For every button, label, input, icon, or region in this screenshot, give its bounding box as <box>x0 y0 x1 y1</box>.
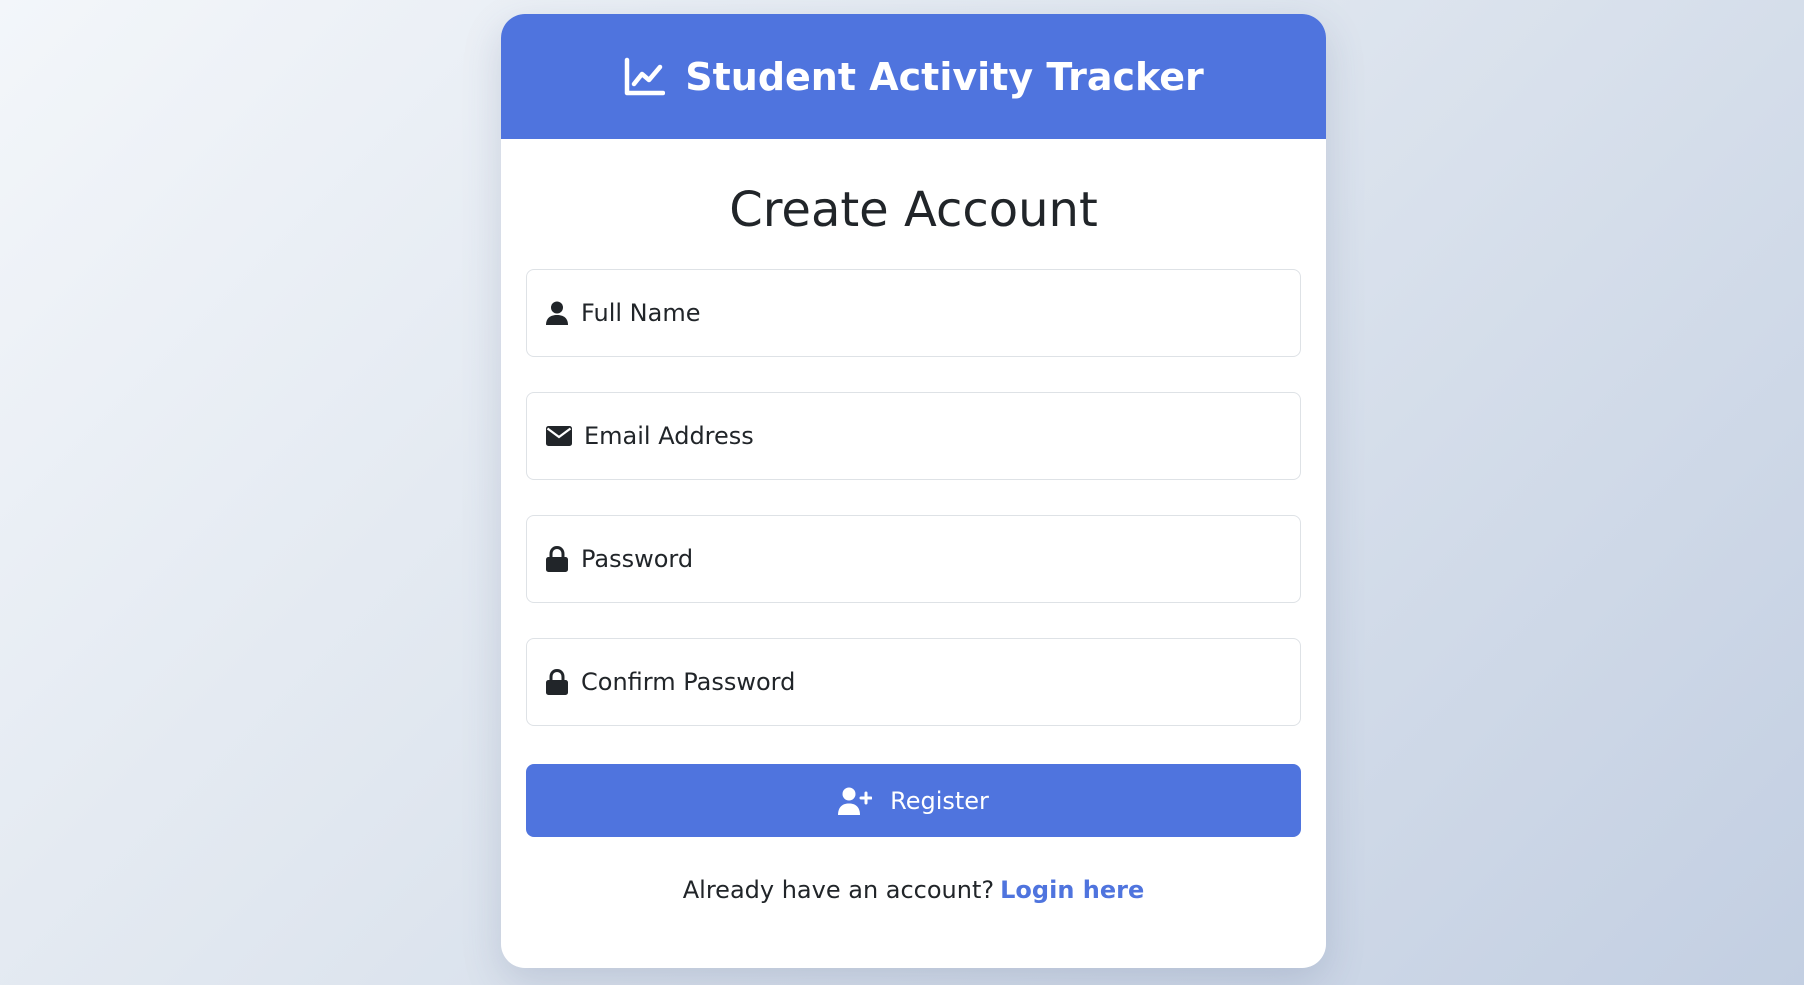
user-icon <box>545 300 569 326</box>
user-plus-icon <box>838 787 873 815</box>
register-button-label: Register <box>890 786 989 815</box>
password-field[interactable] <box>526 515 1301 603</box>
confirm-password-field[interactable] <box>526 638 1301 726</box>
login-prompt-text: Already have an account? <box>682 876 995 904</box>
full-name-field[interactable] <box>526 269 1301 357</box>
lock-icon <box>545 546 569 572</box>
card-header: Student Activity Tracker <box>501 14 1326 139</box>
chart-line-icon <box>623 57 666 97</box>
register-card: Student Activity Tracker Create Account <box>501 14 1326 968</box>
email-input[interactable] <box>584 422 1284 450</box>
full-name-input[interactable] <box>581 299 1281 327</box>
lock-icon <box>545 669 569 695</box>
card-body: Create Account <box>501 139 1326 243</box>
login-link[interactable]: Login here <box>1000 876 1144 904</box>
password-input[interactable] <box>581 545 1281 573</box>
app-title: Student Activity Tracker <box>685 54 1204 99</box>
email-field[interactable] <box>526 392 1301 480</box>
confirm-password-input[interactable] <box>581 668 1281 696</box>
login-prompt: Already have an account? Login here <box>501 876 1326 904</box>
register-button[interactable]: Register <box>526 764 1301 837</box>
envelope-icon <box>545 423 572 449</box>
page-title: Create Account <box>729 182 1098 238</box>
